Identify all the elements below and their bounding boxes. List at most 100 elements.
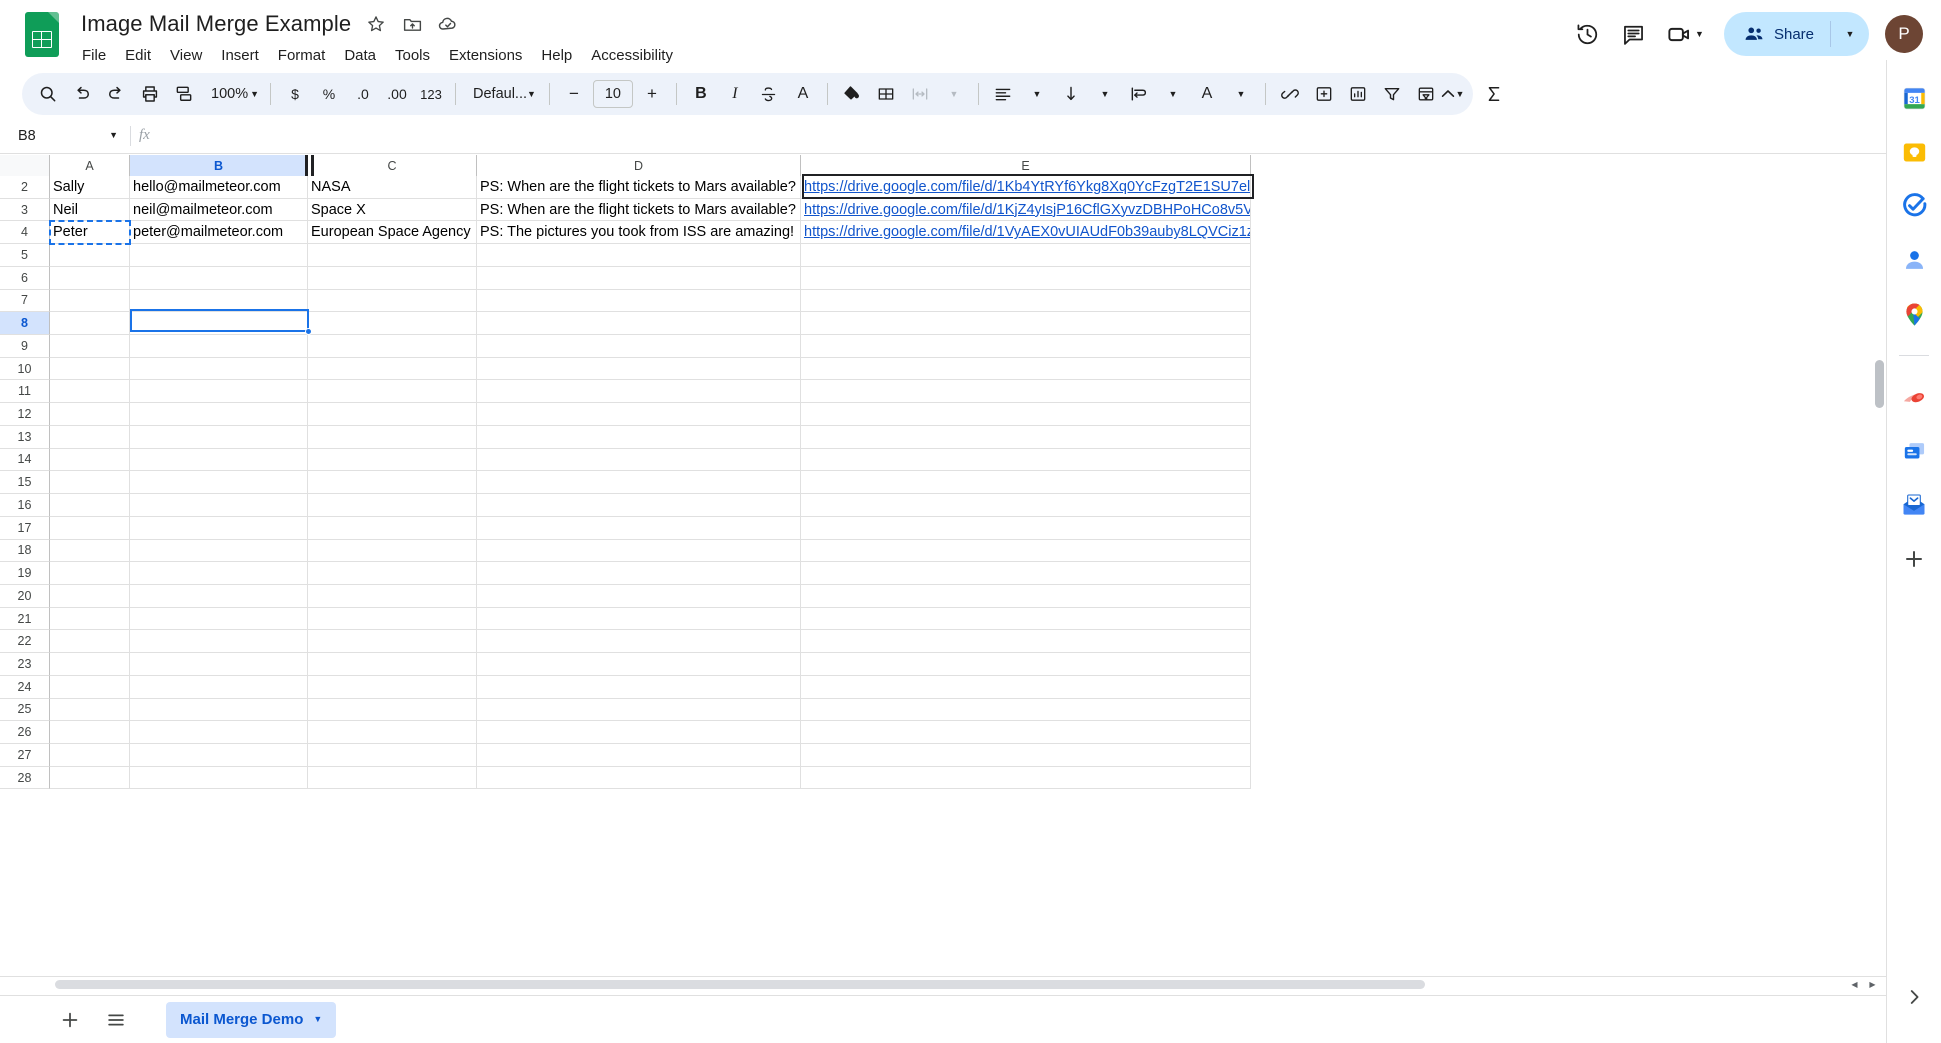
cell-D10[interactable]	[477, 357, 801, 381]
comment-history-icon[interactable]	[1612, 13, 1654, 55]
cell-C23[interactable]	[308, 653, 477, 676]
cell-D8[interactable]	[477, 312, 801, 336]
row-header-6[interactable]: 6	[0, 266, 50, 290]
cell-D7[interactable]	[477, 289, 801, 313]
avatar[interactable]: P	[1885, 15, 1923, 53]
add-sheet-button[interactable]	[50, 1000, 90, 1040]
cell-C7[interactable]	[308, 289, 477, 313]
valign-dropdown-icon[interactable]: ▼	[1088, 77, 1122, 111]
zoom-selector[interactable]: 100% ▼	[201, 77, 263, 111]
menu-item-edit[interactable]: Edit	[116, 42, 160, 70]
cell-D13[interactable]	[477, 425, 801, 449]
cell-D12[interactable]	[477, 403, 801, 426]
cell-A5[interactable]	[50, 244, 130, 267]
cell-E28[interactable]	[801, 766, 1251, 790]
cell-A2[interactable]: Sally	[50, 176, 130, 199]
share-button[interactable]: Share	[1724, 12, 1830, 56]
share-dropdown-icon[interactable]: ▼	[1831, 12, 1869, 56]
scroll-right-arrow-icon[interactable]: ▶	[1867, 979, 1878, 990]
cell-E24[interactable]	[801, 675, 1251, 699]
strikethrough-button[interactable]	[752, 77, 786, 111]
fill-color-icon[interactable]	[835, 77, 869, 111]
menu-item-data[interactable]: Data	[335, 42, 385, 70]
cell-B26[interactable]	[130, 721, 308, 744]
halign-dropdown-icon[interactable]: ▼	[1020, 77, 1054, 111]
increase-font-size-button[interactable]: +	[635, 77, 669, 111]
percent-format-button[interactable]: %	[312, 77, 346, 111]
cell-A10[interactable]	[50, 357, 130, 381]
cell-C9[interactable]	[308, 335, 477, 358]
page-title[interactable]: Image Mail Merge Example	[81, 11, 351, 37]
increase-decimal-button[interactable]: .00	[380, 77, 414, 111]
cell-D26[interactable]	[477, 721, 801, 744]
cell-E3[interactable]: https://drive.google.com/file/d/1KjZ4yIs…	[801, 198, 1251, 222]
functions-icon[interactable]	[1477, 77, 1511, 111]
cell-E4[interactable]: https://drive.google.com/file/d/1VyAEX0v…	[801, 221, 1251, 245]
cell-A7[interactable]	[50, 289, 130, 313]
cell-B16[interactable]	[130, 494, 308, 517]
name-box[interactable]: B8 ▼	[8, 122, 126, 150]
cell-B3[interactable]: neil@mailmeteor.com	[130, 198, 308, 222]
cell-A21[interactable]	[50, 607, 130, 631]
cell-D3[interactable]: PS: When are the flight tickets to Mars …	[477, 198, 801, 222]
column-header-b[interactable]: B	[130, 155, 308, 176]
cell-A6[interactable]	[50, 266, 130, 290]
cell-C11[interactable]	[308, 380, 477, 404]
row-header-28[interactable]: 28	[0, 766, 50, 790]
cell-C17[interactable]	[308, 516, 477, 540]
row-header-7[interactable]: 7	[0, 289, 50, 313]
collapse-toolbar-icon[interactable]	[1431, 77, 1465, 111]
row-header-14[interactable]: 14	[0, 448, 50, 472]
cell-C15[interactable]	[308, 471, 477, 495]
cell-E19[interactable]	[801, 562, 1251, 585]
row-header-5[interactable]: 5	[0, 244, 50, 267]
font-size-input[interactable]: 10	[592, 80, 633, 108]
vertical-scroll-thumb[interactable]	[1875, 360, 1884, 408]
cell-A12[interactable]	[50, 403, 130, 426]
menu-item-accessibility[interactable]: Accessibility	[582, 42, 682, 70]
cell-B12[interactable]	[130, 403, 308, 426]
column-header-e[interactable]: E	[801, 155, 1251, 176]
cell-C2[interactable]: NASA	[308, 176, 477, 199]
share-button-group[interactable]: Share ▼	[1723, 12, 1869, 56]
borders-icon[interactable]	[869, 77, 903, 111]
menu-item-format[interactable]: Format	[269, 42, 335, 70]
cell-A8[interactable]	[50, 312, 130, 336]
cell-D25[interactable]	[477, 698, 801, 722]
column-header-a[interactable]: A	[50, 155, 130, 176]
decrease-decimal-button[interactable]: .0	[346, 77, 380, 111]
horizontal-scrollbar[interactable]: ◀ ▶	[0, 976, 1886, 990]
decrease-font-size-button[interactable]: −	[557, 77, 591, 111]
cell-E14[interactable]	[801, 448, 1251, 472]
row-header-8[interactable]: 8	[0, 312, 50, 336]
google-sheets-logo[interactable]	[25, 12, 61, 62]
cell-C27[interactable]	[308, 743, 477, 767]
cell-D23[interactable]	[477, 653, 801, 676]
cell-C25[interactable]	[308, 698, 477, 722]
row-header-23[interactable]: 23	[0, 653, 50, 676]
select-all-corner[interactable]	[0, 155, 50, 176]
bold-button[interactable]: B	[684, 77, 718, 111]
cell-B28[interactable]	[130, 766, 308, 790]
row-header-24[interactable]: 24	[0, 675, 50, 699]
cell-D28[interactable]	[477, 766, 801, 790]
cell-D18[interactable]	[477, 539, 801, 563]
cell-B19[interactable]	[130, 562, 308, 585]
paint-format-icon[interactable]	[167, 77, 201, 111]
cell-B9[interactable]	[130, 335, 308, 358]
cell-E25[interactable]	[801, 698, 1251, 722]
cell-B18[interactable]	[130, 539, 308, 563]
cell-D17[interactable]	[477, 516, 801, 540]
row-header-15[interactable]: 15	[0, 471, 50, 495]
cell-A19[interactable]	[50, 562, 130, 585]
cell-A9[interactable]	[50, 335, 130, 358]
row-header-21[interactable]: 21	[0, 607, 50, 631]
cell-A15[interactable]	[50, 471, 130, 495]
column-header-d[interactable]: D	[477, 155, 801, 176]
cell-D9[interactable]	[477, 335, 801, 358]
cell-A27[interactable]	[50, 743, 130, 767]
cell-E2[interactable]: https://drive.google.com/file/d/1Kb4YtRY…	[801, 176, 1251, 199]
cell-D6[interactable]	[477, 266, 801, 290]
cell-E21[interactable]	[801, 607, 1251, 631]
card-addon-icon[interactable]	[1898, 435, 1930, 467]
